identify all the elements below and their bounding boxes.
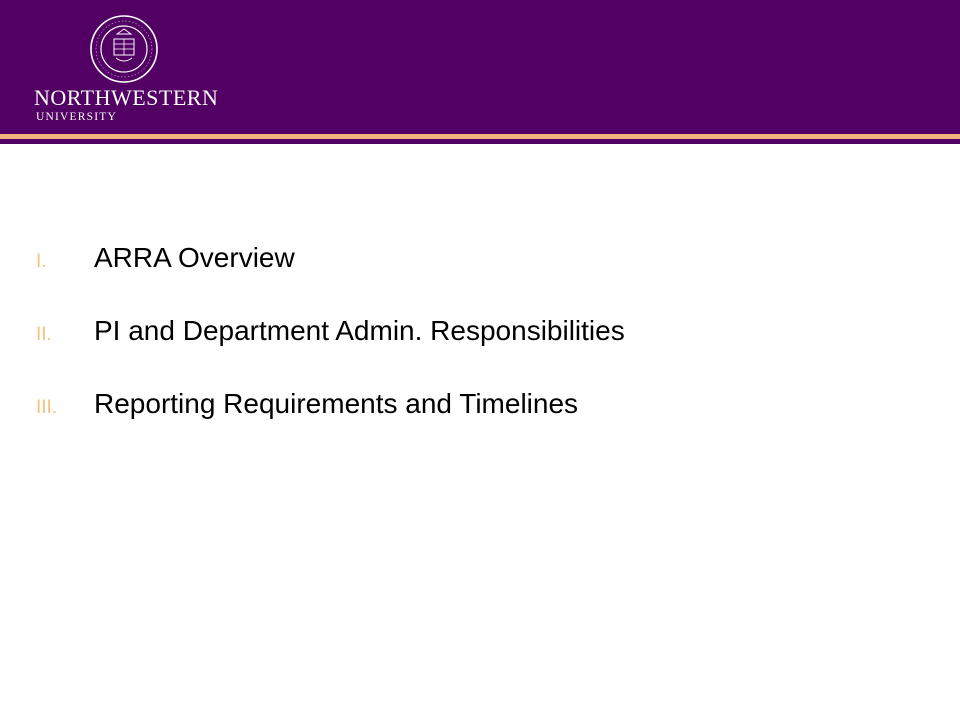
agenda-item-text: PI and Department Admin. Responsibilitie… (94, 315, 625, 346)
wordmark-name: NORTHWESTERN (34, 85, 219, 110)
wordmark-subtitle: UNIVERSITY (36, 111, 117, 123)
university-seal-icon (90, 15, 158, 83)
header-banner: NORTHWESTERN UNIVERSITY (0, 0, 960, 134)
slide: NORTHWESTERN UNIVERSITY I. ARRA Overview… (0, 0, 960, 720)
university-wordmark: NORTHWESTERN UNIVERSITY (34, 85, 219, 124)
agenda-item: III. Reporting Requirements and Timeline… (36, 388, 625, 424)
agenda-item-text: Reporting Requirements and Timelines (94, 388, 579, 419)
agenda-list: I. ARRA Overview II. PI and Department A… (36, 242, 625, 461)
university-logo: NORTHWESTERN UNIVERSITY (34, 14, 219, 124)
agenda-item-text: ARRA Overview (94, 242, 295, 273)
agenda-numeral: II. (36, 324, 52, 345)
header-bottom-band (0, 139, 960, 144)
agenda-item: II. PI and Department Admin. Responsibil… (36, 315, 625, 351)
agenda-numeral: III. (36, 397, 58, 418)
agenda-item: I. ARRA Overview (36, 242, 625, 278)
agenda-numeral: I. (36, 251, 47, 272)
